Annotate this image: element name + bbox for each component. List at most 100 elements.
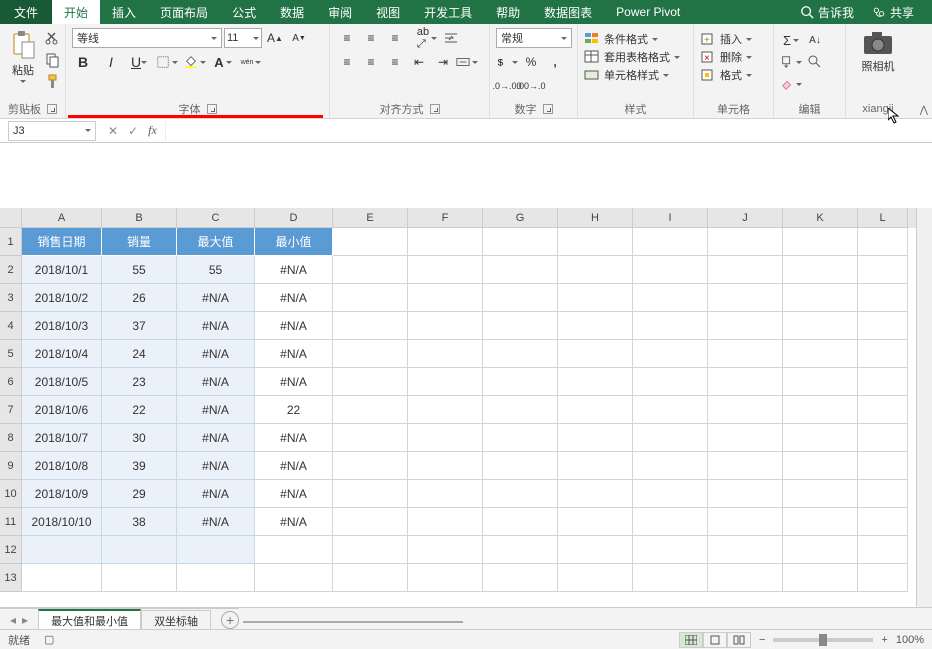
font-name-select[interactable]: 等线 — [72, 28, 222, 48]
cell-J13[interactable] — [708, 564, 783, 592]
cell-L11[interactable] — [858, 508, 908, 536]
zoom-out-button[interactable]: − — [759, 634, 765, 646]
cell-H4[interactable] — [558, 312, 633, 340]
italic-button[interactable]: I — [100, 52, 122, 72]
formula-input[interactable] — [165, 121, 932, 141]
cancel-formula-button[interactable]: ✕ — [108, 124, 118, 138]
find-button[interactable] — [804, 52, 826, 72]
font-launcher[interactable] — [207, 104, 217, 114]
cell-E12[interactable] — [333, 536, 408, 564]
bold-button[interactable]: B — [72, 52, 94, 72]
cell-C12[interactable] — [177, 536, 255, 564]
cell-A9[interactable]: 2018/10/8 — [22, 452, 102, 480]
cell-A2[interactable]: 2018/10/1 — [22, 256, 102, 284]
cell-E2[interactable] — [333, 256, 408, 284]
table-format-button[interactable]: 套用表格格式 — [584, 48, 680, 66]
cell-B1[interactable]: 销量 — [102, 228, 177, 256]
cell-K5[interactable] — [783, 340, 858, 368]
enter-formula-button[interactable]: ✓ — [128, 124, 138, 138]
comma-button[interactable]: , — [544, 52, 566, 72]
cell-E1[interactable] — [333, 228, 408, 256]
cell-A13[interactable] — [22, 564, 102, 592]
cell-G6[interactable] — [483, 368, 558, 396]
cell-H3[interactable] — [558, 284, 633, 312]
cell-A10[interactable]: 2018/10/9 — [22, 480, 102, 508]
rowhdr-8[interactable]: 8 — [0, 424, 21, 452]
delete-cells-button[interactable]: ×删除 — [700, 48, 752, 66]
cell-D1[interactable]: 最小值 — [255, 228, 333, 256]
cell-E7[interactable] — [333, 396, 408, 424]
cell-I8[interactable] — [633, 424, 708, 452]
cell-F8[interactable] — [408, 424, 483, 452]
rowhdr-2[interactable]: 2 — [0, 256, 21, 284]
cell-F7[interactable] — [408, 396, 483, 424]
cell-L9[interactable] — [858, 452, 908, 480]
cell-F6[interactable] — [408, 368, 483, 396]
cell-C9[interactable]: #N/A — [177, 452, 255, 480]
new-sheet-button[interactable]: + — [221, 611, 239, 629]
cell-D3[interactable]: #N/A — [255, 284, 333, 312]
cell-J11[interactable] — [708, 508, 783, 536]
dec-decimal-button[interactable]: .00→.0 — [520, 76, 542, 96]
cell-K8[interactable] — [783, 424, 858, 452]
cell-E10[interactable] — [333, 480, 408, 508]
cell-K4[interactable] — [783, 312, 858, 340]
zoom-level[interactable]: 100% — [896, 634, 924, 646]
cell-F2[interactable] — [408, 256, 483, 284]
cell-K10[interactable] — [783, 480, 858, 508]
paste-button[interactable]: 粘贴 — [6, 28, 40, 85]
cell-C13[interactable] — [177, 564, 255, 592]
cell-A12[interactable] — [22, 536, 102, 564]
cell-C6[interactable]: #N/A — [177, 368, 255, 396]
cell-L2[interactable] — [858, 256, 908, 284]
tab-powerpivot[interactable]: Power Pivot — [604, 0, 692, 24]
cell-I4[interactable] — [633, 312, 708, 340]
cell-D13[interactable] — [255, 564, 333, 592]
cell-F10[interactable] — [408, 480, 483, 508]
align-left-button[interactable]: ≡ — [336, 52, 358, 72]
cell-J7[interactable] — [708, 396, 783, 424]
number-format-select[interactable]: 常规 — [496, 28, 572, 48]
cell-A8[interactable]: 2018/10/7 — [22, 424, 102, 452]
tab-home[interactable]: 开始 — [52, 0, 100, 24]
cell-H6[interactable] — [558, 368, 633, 396]
indent-inc-button[interactable]: ⇥ — [432, 52, 454, 72]
cell-B11[interactable]: 38 — [102, 508, 177, 536]
rowhdr-1[interactable]: 1 — [0, 228, 21, 256]
cell-C11[interactable]: #N/A — [177, 508, 255, 536]
fontcolor-button[interactable]: A — [212, 52, 234, 72]
cell-F9[interactable] — [408, 452, 483, 480]
cell-L6[interactable] — [858, 368, 908, 396]
tab-file[interactable]: 文件 — [0, 0, 52, 24]
clear-button[interactable] — [780, 74, 802, 94]
percent-button[interactable]: % — [520, 52, 542, 72]
cell-D2[interactable]: #N/A — [255, 256, 333, 284]
cell-D5[interactable]: #N/A — [255, 340, 333, 368]
cell-B13[interactable] — [102, 564, 177, 592]
fx-button[interactable]: fx — [148, 123, 157, 138]
cell-J4[interactable] — [708, 312, 783, 340]
cell-L8[interactable] — [858, 424, 908, 452]
colhdr-E[interactable]: E — [333, 208, 408, 228]
cell-F11[interactable] — [408, 508, 483, 536]
fill-button[interactable] — [780, 52, 802, 72]
cell-C2[interactable]: 55 — [177, 256, 255, 284]
cell-K7[interactable] — [783, 396, 858, 424]
cell-D12[interactable] — [255, 536, 333, 564]
colhdr-B[interactable]: B — [102, 208, 177, 228]
cell-D10[interactable]: #N/A — [255, 480, 333, 508]
cell-L12[interactable] — [858, 536, 908, 564]
increase-font-button[interactable]: A▲ — [264, 28, 286, 48]
view-page-button[interactable] — [703, 632, 727, 648]
tab-help[interactable]: 帮助 — [484, 0, 532, 24]
rowhdr-7[interactable]: 7 — [0, 396, 21, 424]
tab-devtools[interactable]: 开发工具 — [412, 0, 484, 24]
cell-G4[interactable] — [483, 312, 558, 340]
cell-G2[interactable] — [483, 256, 558, 284]
cell-C7[interactable]: #N/A — [177, 396, 255, 424]
cell-I13[interactable] — [633, 564, 708, 592]
cell-I5[interactable] — [633, 340, 708, 368]
cell-F13[interactable] — [408, 564, 483, 592]
cell-J5[interactable] — [708, 340, 783, 368]
colhdr-D[interactable]: D — [255, 208, 333, 228]
